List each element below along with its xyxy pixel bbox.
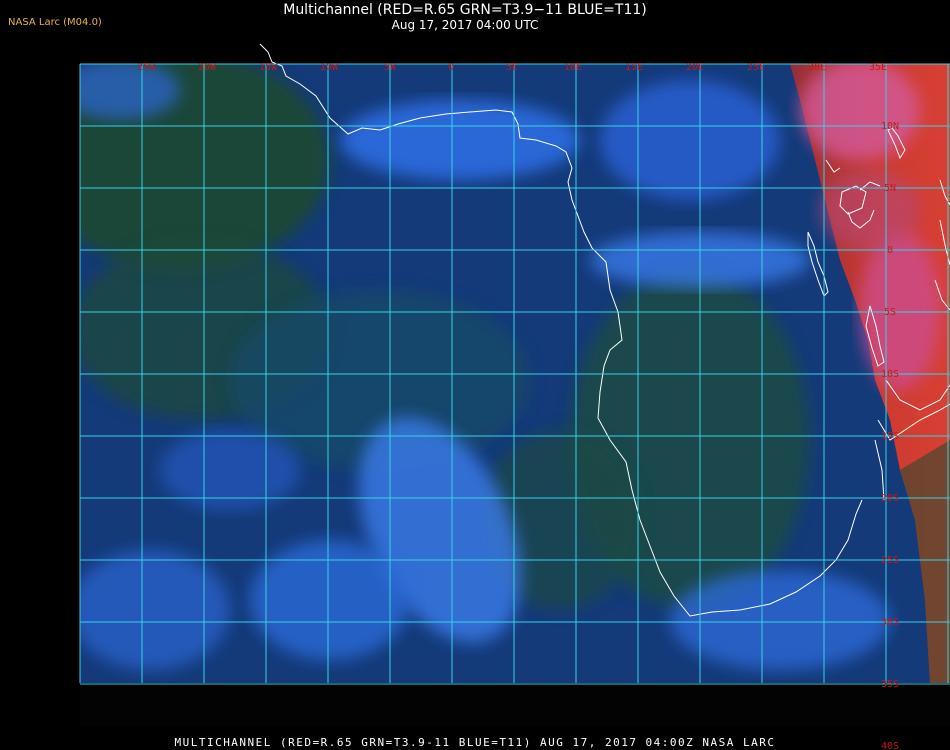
latitude-label: 30S xyxy=(881,617,899,628)
latitude-label: 20S xyxy=(881,493,899,504)
longitude-label: 30E xyxy=(808,62,826,73)
satellite-image-viewer: NASA Larc (M04.0) Multichannel (RED=R.65… xyxy=(0,0,950,750)
longitude-label: 0 xyxy=(448,62,454,73)
longitude-label: 25W xyxy=(137,62,156,73)
image-footer-caption: MULTICHANNEL (RED=R.65 GRN=T3.9-11 BLUE=… xyxy=(174,736,776,749)
satellite-imagery xyxy=(80,64,950,683)
latitude-label: 10S xyxy=(881,369,899,380)
longitude-label: 35E xyxy=(869,62,887,73)
longitude-label: 20W xyxy=(198,62,217,73)
latitude-label: 10N xyxy=(881,121,899,132)
latitude-label: 5S xyxy=(884,307,896,318)
longitude-label: 20E xyxy=(686,62,704,73)
satellite-map: 25W 20W 15W 10W 5W 0 5E 10E 15E 20E 25E 30E 35E 10N 5… xyxy=(79,43,950,750)
longitude-label: 15E xyxy=(625,62,643,73)
longitude-label: 10W xyxy=(320,62,339,73)
latitude-label: 35S xyxy=(881,679,899,690)
longitude-label: 15W xyxy=(259,62,278,73)
longitude-label: 5E xyxy=(506,62,518,73)
longitude-label: 10E xyxy=(564,62,582,73)
latitude-label: 5N xyxy=(884,183,896,194)
longitude-label: 5W xyxy=(384,62,397,73)
latitude-label: 0 xyxy=(887,245,893,256)
longitude-label: 25E xyxy=(747,62,765,73)
latitude-label: 25S xyxy=(881,555,899,566)
latitude-label: 15S xyxy=(881,431,899,442)
